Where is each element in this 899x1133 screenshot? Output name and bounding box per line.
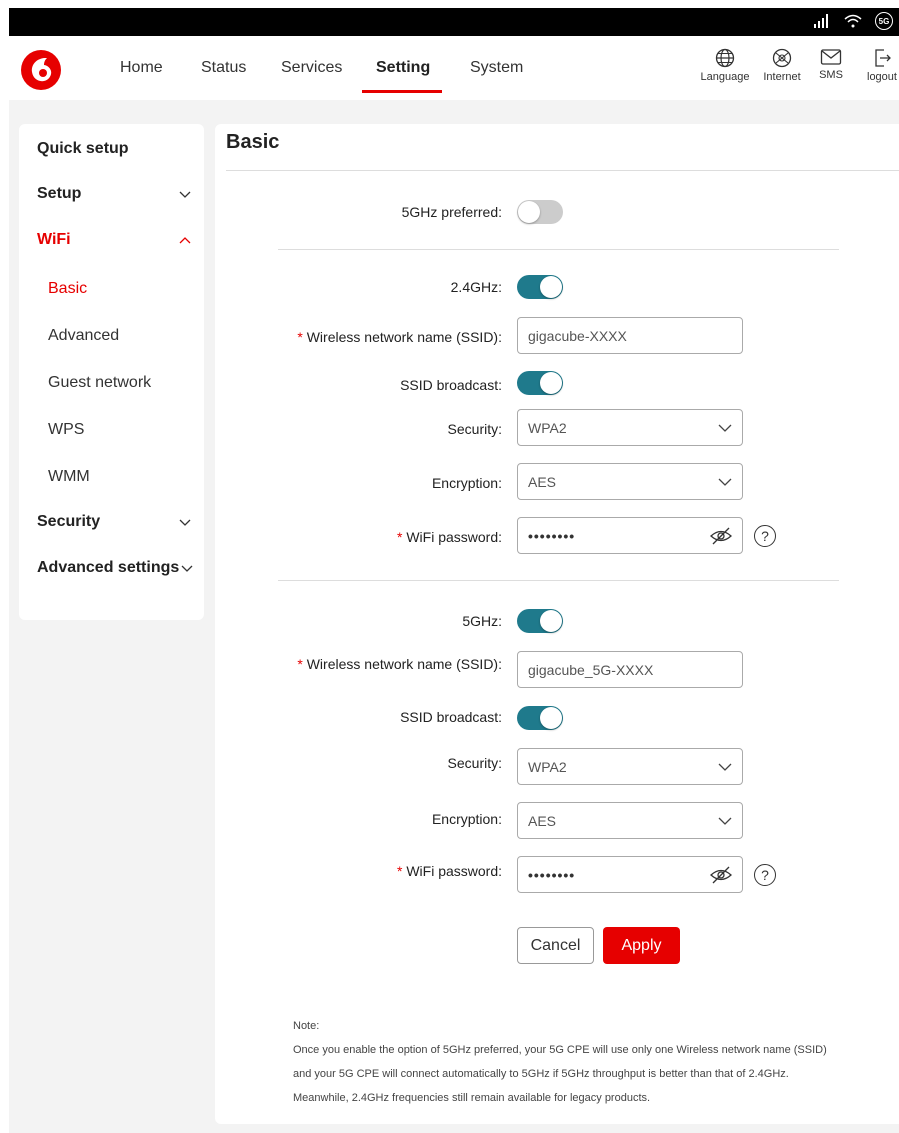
- 5g-icon: 5G: [875, 12, 893, 30]
- language-button[interactable]: Language: [698, 48, 752, 83]
- title-divider: [226, 170, 899, 171]
- cancel-button[interactable]: Cancel: [517, 927, 594, 964]
- sidebar-sub-wmm[interactable]: WMM: [48, 468, 90, 486]
- band24-encryption-label: Encryption:: [431, 475, 502, 491]
- band5-password-help-icon[interactable]: ?: [754, 864, 776, 886]
- chevron-down-icon: [718, 763, 732, 771]
- chevron-down-icon: [718, 478, 732, 486]
- chevron-down-icon[interactable]: [178, 515, 192, 529]
- sidebar-sub-basic[interactable]: Basic: [48, 280, 87, 298]
- internet-icon: [772, 48, 792, 68]
- signal-icon: [814, 14, 828, 28]
- sidebar-sub-advanced[interactable]: Advanced: [48, 327, 119, 345]
- band5-ssid-input[interactable]: gigacube_5G-XXXX: [517, 651, 743, 688]
- nav-status[interactable]: Status: [201, 59, 246, 77]
- 5ghz-preferred-label: 5GHz preferred:: [401, 204, 502, 220]
- band5-label: 5GHz:: [462, 613, 502, 629]
- chevron-down-icon[interactable]: [178, 187, 192, 201]
- page-title: Basic: [226, 131, 280, 153]
- sms-button[interactable]: SMS: [814, 48, 848, 81]
- nav-services[interactable]: Services: [281, 59, 342, 77]
- main-panel: Basic 5GHz preferred: 2.4GHz: * Wireless…: [215, 124, 899, 1124]
- internet-button[interactable]: Internet: [759, 48, 805, 83]
- band24-broadcast-toggle[interactable]: [517, 371, 563, 395]
- 5ghz-preferred-toggle[interactable]: [517, 200, 563, 224]
- mail-icon: [820, 49, 842, 65]
- section-divider: [278, 249, 839, 250]
- sidebar-item-wifi[interactable]: WiFi: [37, 231, 71, 249]
- band24-encryption-select[interactable]: AES: [517, 463, 743, 500]
- band24-toggle[interactable]: [517, 275, 563, 299]
- nav-active-indicator: [362, 90, 442, 93]
- band5-security-label: Security:: [447, 755, 502, 771]
- band5-security-select[interactable]: WPA2: [517, 748, 743, 785]
- band5-encryption-label: Encryption:: [431, 811, 502, 827]
- band24-password-input[interactable]: ••••••••: [517, 517, 743, 554]
- note-text: Note: Once you enable the option of 5GHz…: [293, 1020, 827, 1104]
- band5-broadcast-toggle[interactable]: [517, 706, 563, 730]
- sidebar-item-setup[interactable]: Setup: [37, 185, 81, 203]
- band5-password-label: * WiFi password:: [396, 863, 502, 879]
- status-bar: 5G: [9, 8, 899, 36]
- band24-label: 2.4GHz:: [450, 279, 502, 295]
- band24-ssid-input[interactable]: gigacube-XXXX: [517, 317, 743, 354]
- vodafone-logo[interactable]: [21, 50, 61, 90]
- band24-password-label: * WiFi password:: [396, 529, 502, 545]
- eye-off-icon[interactable]: [710, 866, 732, 884]
- sidebar-sub-wps[interactable]: WPS: [48, 421, 84, 439]
- band5-ssid-label: * Wireless network name (SSID):: [297, 656, 502, 672]
- chevron-down-icon: [718, 424, 732, 432]
- wifi-icon: [844, 14, 862, 28]
- nav-setting[interactable]: Setting: [376, 59, 430, 77]
- band5-toggle[interactable]: [517, 609, 563, 633]
- band5-broadcast-label: SSID broadcast:: [400, 709, 502, 725]
- section-divider: [278, 580, 839, 581]
- band24-security-label: Security:: [447, 421, 502, 437]
- sidebar-item-quick-setup[interactable]: Quick setup: [37, 140, 129, 158]
- band24-ssid-label: * Wireless network name (SSID):: [297, 329, 502, 345]
- top-nav: Home Status Services Setting System Lang…: [9, 36, 899, 100]
- band24-broadcast-label: SSID broadcast:: [400, 377, 502, 393]
- chevron-down-icon[interactable]: [180, 561, 194, 575]
- sidebar: Quick setup Setup WiFi Basic Advanced Gu…: [19, 124, 204, 620]
- sidebar-item-security[interactable]: Security: [37, 513, 100, 531]
- sidebar-item-advanced-settings[interactable]: Advanced settings: [37, 559, 179, 577]
- band5-encryption-select[interactable]: AES: [517, 802, 743, 839]
- nav-system[interactable]: System: [470, 59, 523, 77]
- logout-button[interactable]: logout: [864, 48, 899, 83]
- band24-password-help-icon[interactable]: ?: [754, 525, 776, 547]
- logout-icon: [875, 49, 891, 67]
- band5-password-input[interactable]: ••••••••: [517, 856, 743, 893]
- band24-security-select[interactable]: WPA2: [517, 409, 743, 446]
- chevron-down-icon: [718, 817, 732, 825]
- sidebar-sub-guest-network[interactable]: Guest network: [48, 374, 151, 392]
- globe-icon: [715, 48, 735, 68]
- apply-button[interactable]: Apply: [603, 927, 680, 964]
- nav-home[interactable]: Home: [120, 59, 163, 77]
- eye-off-icon[interactable]: [710, 527, 732, 545]
- chevron-up-icon[interactable]: [178, 233, 192, 247]
